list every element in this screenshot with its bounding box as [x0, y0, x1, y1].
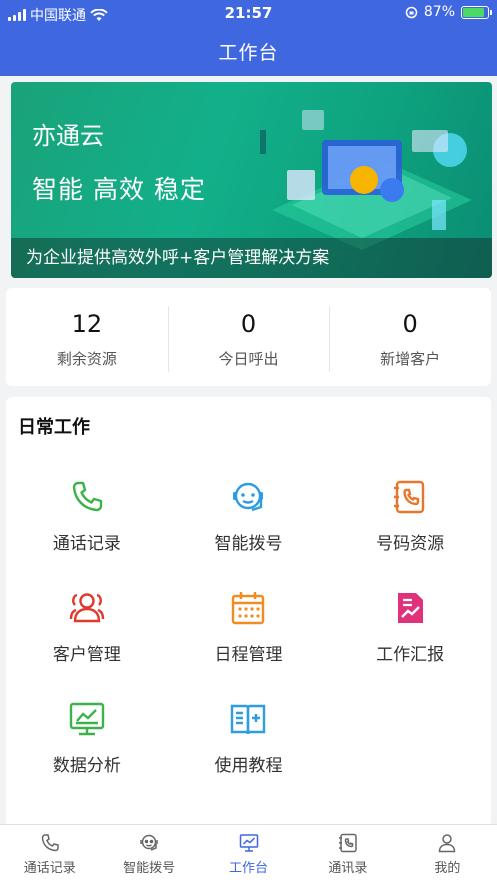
- work-grid: 通话记录 智能拨号 号码资源 客户管理 日程管理 工作汇报 数据分析 使用教程: [6, 477, 491, 781]
- work-item-label: 工作汇报: [376, 645, 445, 665]
- stat-value: 0: [240, 310, 257, 338]
- tab-label: 通讯录: [328, 861, 368, 876]
- tab-smart-dial[interactable]: 智能拨号: [99, 825, 198, 883]
- rotation-lock-icon: [405, 6, 418, 18]
- work-item-label: 通话记录: [52, 534, 121, 554]
- user-icon: [439, 834, 456, 853]
- calendar-icon: [232, 592, 265, 625]
- work-item-tutorial[interactable]: 使用教程: [168, 699, 330, 781]
- stat-today-calls[interactable]: 0 今日呼出: [167, 288, 330, 386]
- tab-label: 智能拨号: [123, 861, 176, 876]
- work-item-work-report[interactable]: 工作汇报: [329, 588, 491, 670]
- work-item-label: 数据分析: [52, 756, 121, 776]
- bottom-tab-bar: 通话记录 智能拨号 工作台 通讯录 我的: [0, 824, 497, 883]
- stat-label: 剩余资源: [56, 350, 117, 368]
- work-item-label: 客户管理: [52, 645, 121, 665]
- page-title: 工作台: [218, 42, 279, 64]
- stat-label: 新增客户: [380, 350, 441, 368]
- work-item-label: 日程管理: [214, 645, 283, 665]
- monitor-chart-icon: [69, 702, 105, 736]
- status-right: 87%: [405, 4, 492, 20]
- battery-percent: 87%: [423, 4, 455, 20]
- stat-new-customers[interactable]: 0 新增客户: [329, 288, 491, 386]
- daily-work-card: 日常工作 通话记录 智能拨号 号码资源 客户管理 日程管理 工作汇报 数据分析 …: [6, 397, 491, 827]
- section-title: 日常工作: [18, 417, 90, 438]
- stat-value: 12: [71, 310, 103, 338]
- banner-slogan: 智能 高效 稳定: [32, 175, 206, 204]
- tab-label: 工作台: [229, 861, 269, 876]
- tab-mine[interactable]: 我的: [398, 825, 497, 883]
- work-item-number-resources[interactable]: 号码资源: [329, 477, 491, 559]
- tab-label: 我的: [434, 861, 461, 876]
- work-item-label: 智能拨号: [214, 534, 283, 554]
- phone-icon: [41, 834, 59, 852]
- work-item-label: 号码资源: [376, 534, 445, 554]
- work-item-customer-management[interactable]: 客户管理: [6, 588, 168, 670]
- tab-label: 通话记录: [23, 861, 76, 876]
- headset-robot-icon: [140, 834, 158, 851]
- users-icon: [69, 593, 105, 623]
- report-chart-icon: [398, 593, 424, 623]
- phone-list-icon: [394, 480, 425, 514]
- headset-robot-icon: [233, 482, 264, 512]
- banner-brand: 亦通云: [32, 122, 104, 150]
- app-header: 中国联通 21:57 87% 工作台: [0, 0, 497, 76]
- book-icon: [231, 704, 266, 735]
- phone-icon: [72, 481, 103, 512]
- battery-icon: [461, 5, 492, 19]
- promo-banner[interactable]: 亦通云 智能 高效 稳定 为企业提供高效外呼+客户管理解决方案: [11, 82, 492, 278]
- banner-caption: 为企业提供高效外呼+客户管理解决方案: [26, 248, 330, 268]
- work-item-call-records[interactable]: 通话记录: [6, 477, 168, 559]
- work-item-data-analysis[interactable]: 数据分析: [6, 699, 168, 781]
- contacts-icon: [338, 833, 357, 853]
- battery-level: [463, 7, 484, 17]
- stat-remaining-resources[interactable]: 12 剩余资源: [6, 288, 168, 386]
- tab-workbench[interactable]: 工作台: [199, 825, 298, 883]
- work-item-label: 使用教程: [214, 756, 283, 776]
- stat-label: 今日呼出: [218, 350, 279, 368]
- stat-value: 0: [402, 310, 418, 338]
- monitor-icon: [239, 834, 258, 852]
- tab-call-records[interactable]: 通话记录: [0, 825, 99, 883]
- work-item-smart-dial[interactable]: 智能拨号: [168, 477, 330, 559]
- work-item-schedule[interactable]: 日程管理: [168, 588, 330, 670]
- status-bar: 中国联通 21:57 87%: [0, 0, 497, 28]
- stats-panel: 12 剩余资源 0 今日呼出 0 新增客户: [6, 288, 491, 386]
- tab-contacts[interactable]: 通讯录: [298, 825, 397, 883]
